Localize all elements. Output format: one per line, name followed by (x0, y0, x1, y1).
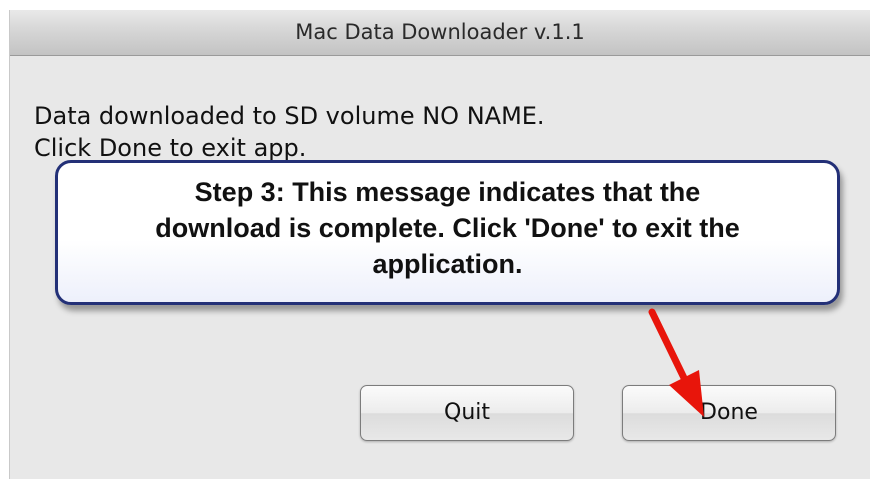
callout-line: Step 3: This message indicates that the (194, 177, 701, 207)
exit-instruction-message: Click Done to exit app. (34, 134, 307, 162)
window-title: Mac Data Downloader v.1.1 (295, 20, 585, 44)
callout-line: download is complete. Click 'Done' to ex… (155, 213, 740, 243)
download-status-message: Data downloaded to SD volume NO NAME. (34, 102, 545, 130)
done-button[interactable]: Done (622, 385, 836, 441)
annotation-callout: Step 3: This message indicates that the … (55, 160, 840, 305)
callout-line: application. (372, 249, 523, 279)
title-bar[interactable]: Mac Data Downloader v.1.1 (10, 10, 870, 56)
quit-button[interactable]: Quit (360, 385, 574, 441)
